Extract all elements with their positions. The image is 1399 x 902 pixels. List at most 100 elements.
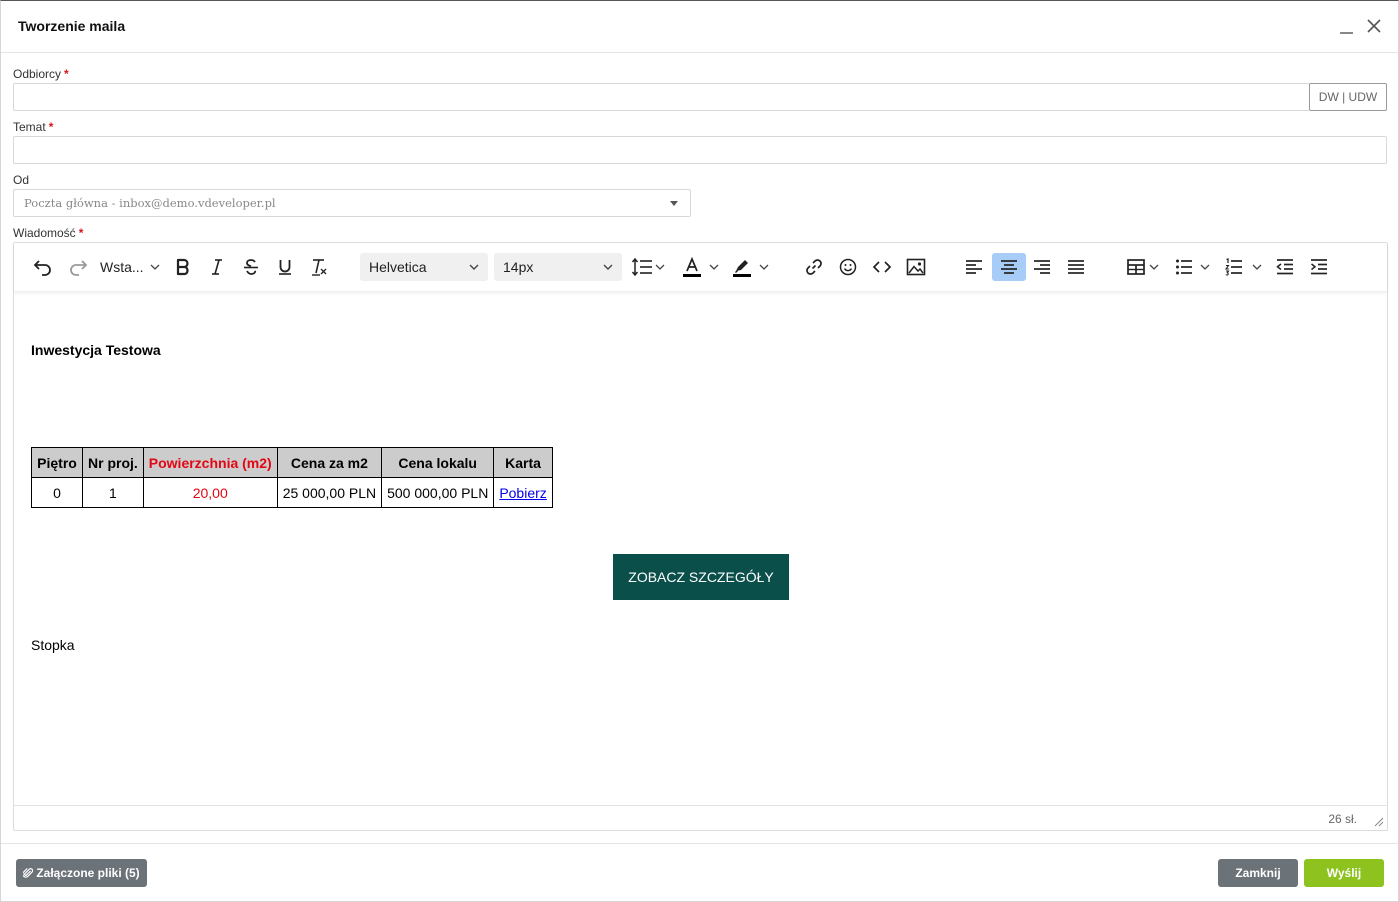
table-cell: 20,00	[142, 477, 278, 508]
editor-content[interactable]: Inwestycja Testowa Piętro Nr proj. Powie…	[14, 291, 1387, 805]
subject-label-text: Temat	[13, 120, 46, 134]
table-cell: 1	[82, 477, 144, 508]
align-center-button[interactable]	[992, 253, 1026, 281]
align-justify-button[interactable]	[1063, 253, 1089, 281]
redo-icon	[70, 260, 88, 276]
font-family-dropdown[interactable]: Helvetica	[360, 253, 488, 281]
paperclip-icon	[23, 868, 34, 878]
attached-files-label: Załączone pliki (5)	[36, 866, 140, 880]
font-size-dropdown[interactable]: 14px	[494, 253, 622, 281]
chevron-down-icon	[655, 264, 665, 270]
dialog-header: Tworzenie maila	[1, 1, 1398, 53]
chevron-down-icon	[603, 264, 613, 270]
recipients-label: Odbiorcy *	[13, 67, 69, 81]
close-icon	[1367, 19, 1381, 33]
text-color-dropdown[interactable]	[678, 253, 722, 281]
caret-down-icon	[670, 201, 678, 206]
outdent-icon	[1276, 259, 1293, 275]
send-button[interactable]: Wyślij	[1304, 859, 1384, 887]
link-icon	[806, 259, 822, 275]
from-select-value: Poczta główna - inbox@demo.vdeveloper.pl	[24, 196, 276, 210]
investment-heading: Inwestycja Testowa	[31, 342, 161, 358]
resize-handle-icon[interactable]	[1372, 815, 1384, 827]
italic-icon	[212, 259, 222, 275]
align-right-icon	[1034, 260, 1050, 274]
indent-button[interactable]	[1306, 253, 1332, 281]
close-dialog-button[interactable]: Zamknij	[1218, 859, 1298, 887]
editor-statusbar: 26 sł.	[14, 805, 1387, 830]
image-icon	[906, 258, 926, 276]
table-cell: 25 000,00 PLN	[276, 477, 383, 508]
italic-button[interactable]	[204, 253, 230, 281]
insert-link-button[interactable]	[801, 253, 827, 281]
redo-button[interactable]	[65, 253, 91, 281]
minimize-button[interactable]	[1336, 15, 1358, 37]
rich-text-editor: Wsta... Helvetica 14px Inwestycja Testow…	[13, 242, 1388, 831]
line-height-icon	[631, 257, 652, 277]
line-height-dropdown[interactable]	[628, 253, 668, 281]
font-size-value: 14px	[503, 259, 534, 275]
bullet-list-icon	[1176, 259, 1192, 275]
chevron-down-icon	[1200, 264, 1210, 270]
from-select[interactable]: Poczta główna - inbox@demo.vdeveloper.pl	[13, 189, 691, 217]
chevron-down-icon	[469, 264, 479, 270]
see-details-button[interactable]: ZOBACZ SZCZEGÓŁY	[613, 554, 789, 600]
numbered-list-icon	[1224, 258, 1242, 276]
table-header-row: Piętro Nr proj. Powierzchnia (m2) Cena z…	[31, 447, 553, 478]
footer-divider	[1, 843, 1398, 844]
required-mark: *	[64, 67, 69, 81]
table-header-cell: Karta	[493, 447, 553, 478]
close-button[interactable]	[1363, 15, 1385, 37]
strikethrough-button[interactable]	[238, 253, 264, 281]
table-header-cell: Powierzchnia (m2)	[142, 447, 278, 478]
insert-image-button[interactable]	[903, 253, 929, 281]
emoji-icon	[839, 258, 857, 276]
table-cell: 500 000,00 PLN	[381, 477, 495, 508]
message-label: Wiadomość *	[13, 226, 83, 240]
cc-bcc-button[interactable]: DW | UDW	[1309, 83, 1387, 111]
attached-files-button[interactable]: Załączone pliki (5)	[16, 859, 147, 887]
footer-text: Stopka	[31, 637, 75, 653]
bullet-list-dropdown[interactable]	[1171, 253, 1213, 281]
table-row: 0 1 20,00 25 000,00 PLN 500 000,00 PLN P…	[31, 477, 553, 508]
align-center-icon	[1001, 260, 1017, 274]
recipients-label-text: Odbiorcy	[13, 67, 62, 81]
undo-button[interactable]	[30, 253, 56, 281]
outdent-button[interactable]	[1272, 253, 1298, 281]
editor-toolbar: Wsta... Helvetica 14px	[14, 243, 1387, 291]
chevron-down-icon	[150, 264, 160, 270]
emoji-button[interactable]	[835, 253, 861, 281]
align-right-button[interactable]	[1029, 253, 1055, 281]
underline-button[interactable]	[272, 253, 298, 281]
font-family-value: Helvetica	[369, 259, 427, 275]
table-icon	[1126, 259, 1145, 275]
clear-formatting-icon	[312, 259, 327, 276]
highlight-color-dropdown[interactable]	[728, 253, 772, 281]
clear-formatting-button[interactable]	[306, 253, 332, 281]
undo-icon	[33, 260, 51, 276]
word-count: 26 sł.	[1328, 812, 1357, 826]
required-mark: *	[48, 120, 54, 134]
highlighter-icon	[733, 260, 751, 277]
download-card-link[interactable]: Pobierz	[499, 485, 546, 501]
chevron-down-icon	[1149, 264, 1158, 270]
align-left-icon	[966, 260, 982, 274]
numbered-list-dropdown[interactable]	[1221, 253, 1265, 281]
from-label: Od	[13, 173, 30, 187]
chevron-down-icon	[759, 264, 769, 270]
subject-label: Temat *	[13, 120, 53, 134]
recipients-input[interactable]	[13, 83, 1310, 111]
align-left-button[interactable]	[961, 253, 987, 281]
required-mark: *	[78, 226, 84, 240]
bold-button[interactable]	[170, 253, 196, 281]
insert-dropdown[interactable]: Wsta...	[100, 253, 164, 281]
source-code-button[interactable]	[869, 253, 895, 281]
subject-input[interactable]	[13, 136, 1387, 164]
align-justify-icon	[1068, 260, 1084, 274]
table-header-cell: Piętro	[31, 447, 83, 478]
email-compose-dialog: Tworzenie maila Odbiorcy * DW | UDW Temat…	[0, 0, 1399, 902]
chevron-down-icon	[1252, 264, 1262, 270]
units-table: Piętro Nr proj. Powierzchnia (m2) Cena z…	[31, 447, 553, 508]
message-label-text: Wiadomość	[13, 226, 76, 240]
table-dropdown[interactable]	[1121, 253, 1163, 281]
